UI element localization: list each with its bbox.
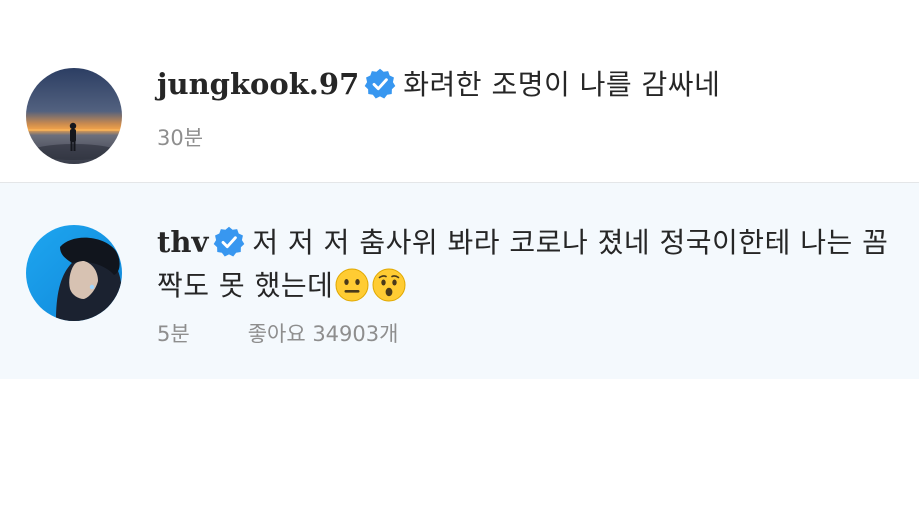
comment-item: jungkook.97 화려한 조명이 나를 감싸네 30분 [0, 0, 919, 183]
neutral-face-emoji-icon [334, 267, 370, 303]
username[interactable]: jungkook.97 [157, 67, 359, 101]
comment-text: 저 저 저 춤사위 봐라 코로나 졌네 정국이한테 나는 꼼짝도 못 했는데 [157, 226, 889, 302]
comment-body: thv 저 저 저 춤사위 봐라 코로나 졌네 정국이한테 나는 꼼짝도 못 했… [157, 221, 895, 307]
portrait-blue-avatar-icon [26, 225, 122, 321]
comment-body: jungkook.97 화려한 조명이 나를 감싸네 [157, 63, 895, 106]
hushed-face-emoji-icon [371, 267, 407, 303]
verified-badge-icon [363, 67, 397, 101]
timestamp[interactable]: 5분 [157, 322, 190, 346]
comment-meta: 30분 [157, 122, 203, 152]
like-count[interactable]: 좋아요 34903개 [248, 322, 399, 346]
comment-item: thv 저 저 저 춤사위 봐라 코로나 졌네 정국이한테 나는 꼼짝도 못 했… [0, 183, 919, 379]
sunset-silhouette-avatar-icon [26, 68, 122, 164]
verified-badge-icon [212, 225, 246, 259]
comment-text: 화려한 조명이 나를 감싸네 [403, 68, 721, 101]
avatar[interactable] [26, 225, 122, 321]
username[interactable]: thv [157, 225, 208, 259]
timestamp[interactable]: 30분 [157, 126, 203, 150]
comment-meta: 5분 좋아요 34903개 [157, 318, 398, 348]
avatar[interactable] [26, 68, 122, 164]
